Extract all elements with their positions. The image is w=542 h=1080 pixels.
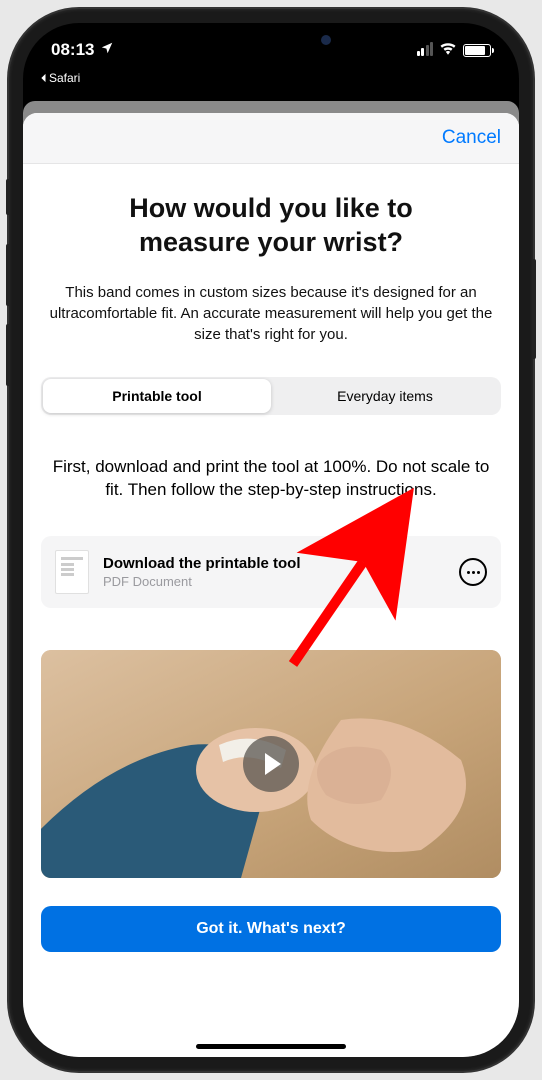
back-to-safari[interactable]: Safari — [39, 71, 80, 85]
sheet-content: How would you like to measure your wrist… — [23, 164, 519, 1057]
more-options-button[interactable] — [459, 558, 487, 586]
wifi-icon — [439, 40, 457, 60]
cancel-button[interactable]: Cancel — [442, 127, 501, 149]
download-title: Download the printable tool — [103, 555, 445, 572]
download-subtitle: PDF Document — [103, 574, 445, 589]
modal-sheet: Cancel How would you like to measure you… — [23, 113, 519, 1057]
screen: 08:13 Safari Cancel — [23, 23, 519, 1057]
phone-frame: 08:13 Safari Cancel — [9, 9, 533, 1071]
sheet-header: Cancel — [23, 113, 519, 164]
instruction-text: First, download and print the tool at 10… — [41, 455, 501, 503]
status-time: 08:13 — [51, 40, 94, 60]
segmented-control: Printable tool Everyday items — [41, 377, 501, 415]
page-title: How would you like to measure your wrist… — [41, 192, 501, 260]
download-card[interactable]: Download the printable tool PDF Document — [41, 536, 501, 608]
location-icon — [100, 40, 114, 60]
tab-everyday-items[interactable]: Everyday items — [271, 379, 499, 413]
notch — [161, 23, 381, 55]
got-it-button[interactable]: Got it. What's next? — [41, 906, 501, 952]
play-button[interactable] — [243, 736, 299, 792]
cellular-icon — [417, 44, 434, 56]
page-subtitle: This band comes in custom sizes because … — [41, 282, 501, 345]
battery-icon — [463, 44, 491, 57]
document-icon — [55, 550, 89, 594]
home-indicator[interactable] — [196, 1044, 346, 1049]
ellipsis-icon — [467, 571, 480, 574]
video-thumbnail[interactable] — [41, 650, 501, 878]
play-icon — [265, 753, 281, 775]
tab-printable-tool[interactable]: Printable tool — [43, 379, 271, 413]
